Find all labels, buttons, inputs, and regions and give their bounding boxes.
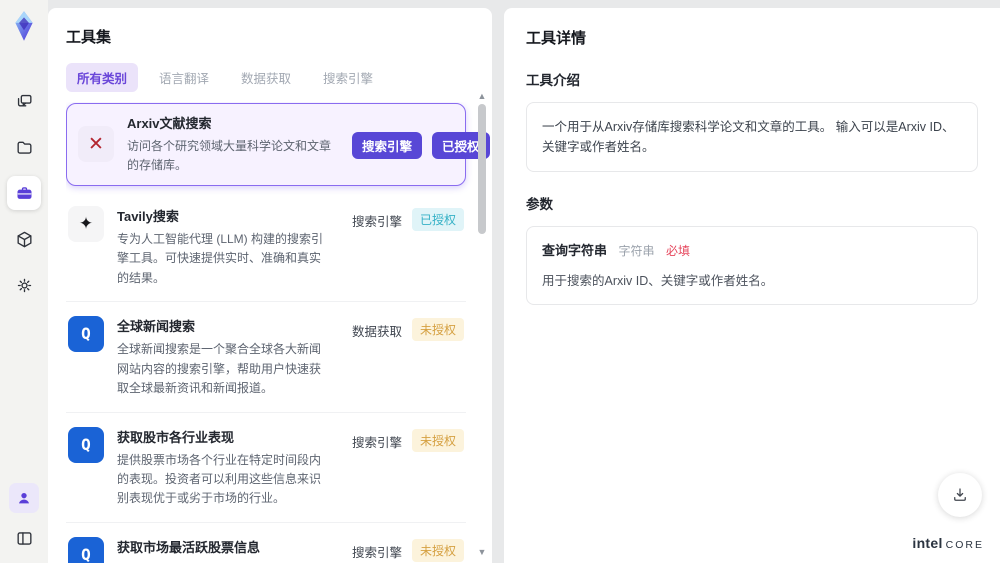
sidebar-item-account[interactable] <box>9 483 39 513</box>
category-label: 搜索引擎 <box>351 435 402 450</box>
app-logo-icon <box>15 11 33 41</box>
download-button[interactable] <box>938 473 982 517</box>
category-tabs: 所有类别 语言翻译 数据获取 搜索引擎 <box>66 63 492 92</box>
sidebar <box>0 0 48 563</box>
tool-title: 全球新闻搜索 <box>117 319 196 335</box>
category-label: 数据获取 <box>351 325 402 340</box>
auth-status-badge: 已授权 <box>411 207 464 231</box>
brand-secondary: CORE <box>945 539 984 551</box>
scrollbar-thumb[interactable] <box>478 104 486 234</box>
chat-icon <box>17 94 32 107</box>
tool-title: Tavily搜索 <box>117 208 179 224</box>
parameter-description: 用于搜索的Arxiv ID、关键字或作者姓名。 <box>542 274 774 288</box>
parameter-item: 查询字符串 字符串 必填 用于搜索的Arxiv ID、关键字或作者姓名。 <box>526 226 978 305</box>
gear-icon <box>17 278 31 292</box>
category-label: 搜索引擎 <box>351 214 402 229</box>
tool-title: Arxiv文献搜索 <box>127 116 212 131</box>
tool-card-global-news[interactable]: Q 全球新闻搜索 全球新闻搜索是一个聚合全球各大新闻网站内容的搜索引擎，帮助用户… <box>66 302 466 413</box>
tools-list-panel: 工具集 所有类别 语言翻译 数据获取 搜索引擎 ✕ Arxiv文献搜索 访问各个… <box>48 8 492 563</box>
user-avatar-icon <box>19 493 29 504</box>
tool-card-arxiv[interactable]: ✕ Arxiv文献搜索 访问各个研究领域大量科学论文和文章的存储库。 搜索引擎 … <box>66 103 490 186</box>
sidebar-item-settings[interactable] <box>7 268 41 302</box>
finance-provider-logo-icon: Q <box>68 426 104 463</box>
params-heading: 参数 <box>526 197 553 212</box>
download-icon <box>954 488 966 501</box>
brand-primary: intel <box>912 535 943 551</box>
intro-heading: 工具介绍 <box>526 73 580 88</box>
arxiv-logo-icon: ✕ <box>78 126 114 163</box>
folder-icon <box>16 141 32 154</box>
tab-search-engine[interactable]: 搜索引擎 <box>312 63 384 92</box>
sidebar-item-plugins[interactable] <box>7 222 41 256</box>
news-provider-logo-icon: Q <box>68 316 104 353</box>
tool-card-active-stocks[interactable]: Q 获取市场最活跃股票信息 提供当天交易量最高的股票列表，投资者可以利用这些信息… <box>66 523 466 563</box>
auth-status-badge: 未授权 <box>411 428 464 452</box>
scroll-down-icon[interactable]: ▼ <box>478 548 487 557</box>
tool-title: 获取股市各行业表现 <box>117 429 235 445</box>
scroll-up-icon[interactable]: ▲ <box>478 92 487 101</box>
auth-status-badge: 未授权 <box>411 538 464 562</box>
parameter-header: 查询字符串 字符串 必填 <box>542 240 962 260</box>
tool-card-tavily[interactable]: ✦ Tavily搜索 专为人工智能代理 (LLM) 构建的搜索引擎工具。可快速提… <box>66 192 466 303</box>
parameter-name: 查询字符串 <box>542 243 608 258</box>
auth-status-badge: 未授权 <box>411 318 464 342</box>
tool-title: 获取市场最活跃股票信息 <box>117 539 261 555</box>
tool-card-sector-performance[interactable]: Q 获取股市各行业表现 提供股票市场各个行业在特定时间段内的表现。投资者可以利用… <box>66 413 466 523</box>
list-scrollbar[interactable]: ▲ ▼ <box>476 92 488 557</box>
tool-description: 提供股票市场各个行业在特定时间段内的表现。投资者可以利用这些信息来识别表现优于或… <box>117 452 322 506</box>
sidebar-item-tools[interactable] <box>7 176 41 210</box>
tab-language-translation[interactable]: 语言翻译 <box>148 63 220 92</box>
category-label: 搜索引擎 <box>351 545 402 560</box>
panel-toggle-icon <box>16 531 32 545</box>
finance-provider-logo-icon: Q <box>68 536 104 563</box>
sidebar-collapse-button[interactable] <box>7 521 41 555</box>
intel-core-logo: intel CORE <box>912 535 984 551</box>
tab-all-categories[interactable]: 所有类别 <box>66 63 139 92</box>
detail-title: 工具详情 <box>526 30 587 47</box>
sidebar-item-chat[interactable] <box>7 84 41 118</box>
cube-icon <box>16 231 32 247</box>
tavily-logo-icon: ✦ <box>68 205 104 242</box>
tool-description: 专为人工智能代理 (LLM) 构建的搜索引擎工具。可快速提供实时、准确和真实的结… <box>117 231 324 285</box>
required-badge: 必填 <box>665 244 690 258</box>
page-title: 工具集 <box>66 29 112 46</box>
sidebar-item-files[interactable] <box>7 130 41 164</box>
tab-data-acquisition[interactable]: 数据获取 <box>230 63 302 92</box>
category-badge: 搜索引擎 <box>352 131 423 159</box>
tool-detail-panel: 工具详情 工具介绍 一个用于从Arxiv存储库搜索科学论文和文章的工具。 输入可… <box>504 8 1000 563</box>
tool-description: 全球新闻搜索是一个聚合全球各大新闻网站内容的搜索引擎，帮助用户快速获取全球最新资… <box>117 342 322 396</box>
tool-description: 访问各个研究领域大量科学论文和文章的存储库。 <box>127 139 332 173</box>
parameter-type: 字符串 <box>618 244 655 258</box>
tool-intro-text: 一个用于从Arxiv存储库搜索科学论文和文章的工具。 输入可以是Arxiv ID… <box>526 102 978 172</box>
tool-list: ✕ Arxiv文献搜索 访问各个研究领域大量科学论文和文章的存储库。 搜索引擎 … <box>66 102 492 563</box>
toolbox-icon <box>16 186 32 199</box>
app-window: 工具集 所有类别 语言翻译 数据获取 搜索引擎 ✕ Arxiv文献搜索 访问各个… <box>0 0 1000 563</box>
